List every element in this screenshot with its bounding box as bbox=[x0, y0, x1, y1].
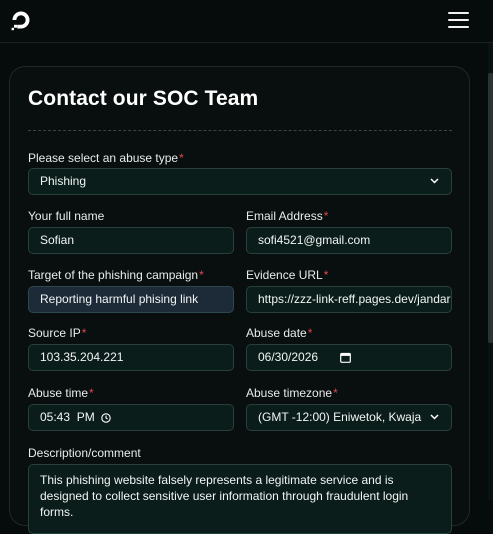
required-marker: * bbox=[179, 151, 184, 165]
calendar-icon[interactable] bbox=[340, 352, 351, 363]
description-label: Description/comment bbox=[28, 446, 141, 460]
form-title: Contact our SOC Team bbox=[28, 87, 259, 110]
full-name-input[interactable]: Sofian bbox=[28, 227, 234, 254]
target-label: Target of the phishing campaign* bbox=[28, 268, 204, 282]
abuse-type-select[interactable]: Phishing bbox=[28, 168, 452, 195]
page-scrollbar[interactable] bbox=[488, 43, 493, 500]
abuse-type-value: Phishing bbox=[40, 174, 87, 188]
description-textarea[interactable]: This phishing website falsely represents… bbox=[28, 464, 452, 534]
top-navigation-bar bbox=[0, 0, 493, 43]
required-marker: * bbox=[323, 268, 329, 282]
source-ip-label: Source IP* bbox=[28, 326, 87, 340]
abuse-timezone-select[interactable]: (GMT -12:00) Eniwetok, Kwaja bbox=[246, 404, 452, 431]
contact-form-card: Contact our SOC Team Please select an ab… bbox=[9, 66, 470, 534]
source-ip-input[interactable]: 103.35.204.221 bbox=[28, 344, 234, 371]
abuse-timezone-label: Abuse timezone* bbox=[246, 386, 338, 400]
abuse-date-input[interactable]: 06/30/2026 bbox=[246, 344, 452, 371]
hamburger-menu-icon[interactable] bbox=[448, 11, 469, 29]
required-marker: * bbox=[323, 209, 329, 223]
digitalocean-logo-icon[interactable] bbox=[8, 7, 34, 33]
abuse-type-label: Please select an abuse type* bbox=[28, 151, 184, 165]
chevron-down-icon bbox=[430, 178, 439, 184]
required-marker: * bbox=[89, 386, 94, 400]
target-input[interactable]: Reporting harmful phising link bbox=[28, 286, 234, 313]
evidence-url-label: Evidence URL* bbox=[246, 268, 329, 282]
email-input[interactable]: sofi4521@gmail.com bbox=[246, 227, 452, 254]
required-marker: * bbox=[81, 326, 87, 340]
chevron-down-icon bbox=[430, 414, 439, 420]
evidence-url-input[interactable]: https://zzz-link-reff.pages.dev/jandar bbox=[246, 286, 452, 313]
title-divider bbox=[28, 130, 452, 131]
clock-icon[interactable] bbox=[101, 413, 111, 423]
required-marker: * bbox=[199, 268, 204, 282]
full-name-label: Your full name bbox=[28, 209, 105, 223]
abuse-date-label: Abuse date* bbox=[246, 326, 313, 340]
scrollbar-thumb[interactable] bbox=[488, 73, 493, 343]
required-marker: * bbox=[307, 326, 313, 340]
abuse-time-label: Abuse time* bbox=[28, 386, 94, 400]
email-label: Email Address* bbox=[246, 209, 329, 223]
abuse-time-input[interactable]: 05:43 PM bbox=[28, 404, 234, 431]
required-marker: * bbox=[333, 386, 338, 400]
